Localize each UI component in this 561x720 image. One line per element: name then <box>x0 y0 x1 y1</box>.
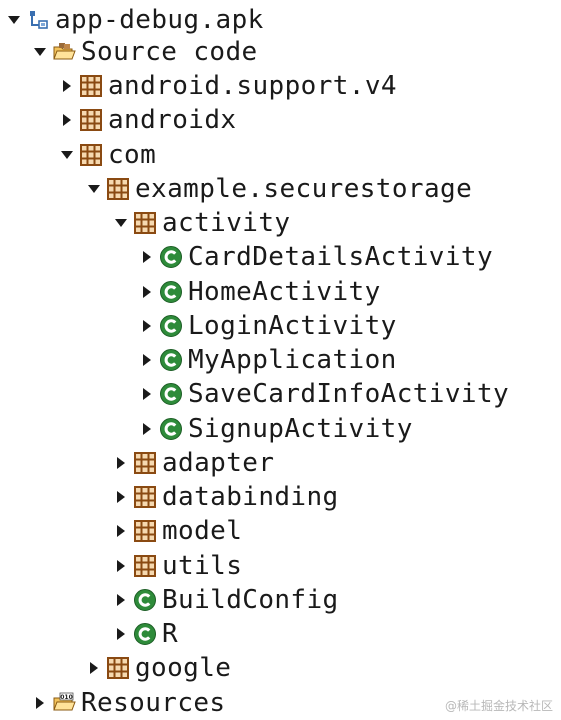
chevron-right-icon[interactable] <box>135 309 159 343</box>
chevron-right-icon[interactable] <box>109 549 133 583</box>
tree-node-label: app-debug.apk <box>55 5 264 35</box>
tree-node-carddetailsactivity[interactable]: CardDetailsActivity <box>0 240 561 274</box>
chevron-right-icon[interactable] <box>28 686 52 720</box>
chevron-right-icon[interactable] <box>109 480 133 514</box>
tree-node-myapplication[interactable]: MyApplication <box>0 343 561 377</box>
chevron-down-icon[interactable] <box>109 206 133 240</box>
tree-node-google[interactable]: google <box>0 651 561 685</box>
tree-node-label: LoginActivity <box>188 311 397 341</box>
tree-node-label: Source code <box>81 37 258 67</box>
chevron-right-icon[interactable] <box>109 514 133 548</box>
tree-node-label: CardDetailsActivity <box>188 242 494 272</box>
package-icon <box>133 211 157 235</box>
package-icon <box>133 485 157 509</box>
tree-node-activity[interactable]: activity <box>0 206 561 240</box>
class-icon <box>133 588 157 612</box>
chevron-right-icon[interactable] <box>109 583 133 617</box>
class-icon <box>159 417 183 441</box>
tree-node-buildconfig[interactable]: BuildConfig <box>0 583 561 617</box>
class-icon <box>159 245 183 269</box>
package-icon <box>79 143 103 167</box>
tree-node-label: adapter <box>162 448 275 478</box>
tree-node-label: android.support.v4 <box>108 71 397 101</box>
tree-node-app-debug-apk[interactable]: app-debug.apk <box>0 3 561 37</box>
tree-node-label: activity <box>162 208 291 238</box>
package-icon <box>79 108 103 132</box>
tree-node-homeactivity[interactable]: HomeActivity <box>0 275 561 309</box>
package-icon <box>133 554 157 578</box>
chevron-down-icon[interactable] <box>55 138 79 172</box>
chevron-right-icon[interactable] <box>55 103 79 137</box>
chevron-right-icon[interactable] <box>109 446 133 480</box>
class-icon <box>159 314 183 338</box>
tree-node-label: Resources <box>81 688 226 718</box>
source-folder-icon <box>52 40 76 64</box>
tree-node-databinding[interactable]: databinding <box>0 480 561 514</box>
tree-node-com[interactable]: com <box>0 138 561 172</box>
tree-node-label: SaveCardInfoActivity <box>188 379 510 409</box>
class-icon <box>159 280 183 304</box>
tree-node-label: HomeActivity <box>188 277 381 307</box>
tree-node-adapter[interactable]: adapter <box>0 446 561 480</box>
tree-node-label: BuildConfig <box>162 585 339 615</box>
class-icon <box>159 348 183 372</box>
chevron-down-icon[interactable] <box>82 172 106 206</box>
class-icon <box>159 382 183 406</box>
chevron-right-icon[interactable] <box>135 377 159 411</box>
package-icon <box>133 451 157 475</box>
package-icon <box>106 656 130 680</box>
tree-node-label: com <box>108 140 157 170</box>
chevron-right-icon[interactable] <box>135 343 159 377</box>
apk-project-icon <box>26 8 50 32</box>
svg-text:010: 010 <box>60 694 73 701</box>
tree-node-signupactivity[interactable]: SignupActivity <box>0 412 561 446</box>
tree-node-example-securestorage[interactable]: example.securestorage <box>0 172 561 206</box>
chevron-down-icon[interactable] <box>28 35 52 69</box>
tree-node-label: google <box>135 653 232 683</box>
chevron-right-icon[interactable] <box>135 412 159 446</box>
tree-node-model[interactable]: model <box>0 514 561 548</box>
tree-node-label: utils <box>162 551 243 581</box>
chevron-right-icon[interactable] <box>109 617 133 651</box>
package-icon <box>106 177 130 201</box>
tree-node-savecardinfoactivity[interactable]: SaveCardInfoActivity <box>0 377 561 411</box>
tree-node-android-support-v4[interactable]: android.support.v4 <box>0 69 561 103</box>
chevron-down-icon[interactable] <box>2 3 26 37</box>
chevron-right-icon[interactable] <box>135 275 159 309</box>
tree-node-androidx[interactable]: androidx <box>0 103 561 137</box>
tree-node-label: R <box>162 619 179 649</box>
chevron-right-icon[interactable] <box>135 240 159 274</box>
tree-node-label: example.securestorage <box>135 174 473 204</box>
tree-node-label: SignupActivity <box>188 414 413 444</box>
class-icon <box>133 622 157 646</box>
chevron-right-icon[interactable] <box>55 69 79 103</box>
tree-node-source-code[interactable]: Source code <box>0 35 561 69</box>
tree-node-label: androidx <box>108 105 237 135</box>
watermark: @稀土掘金技术社区 <box>444 699 553 713</box>
tree-node-loginactivity[interactable]: LoginActivity <box>0 309 561 343</box>
tree-node-utils[interactable]: utils <box>0 549 561 583</box>
tree-node-label: databinding <box>162 482 339 512</box>
package-icon <box>133 519 157 543</box>
tree-node-r[interactable]: R <box>0 617 561 651</box>
package-icon <box>79 74 103 98</box>
tree-node-label: model <box>162 516 243 546</box>
tree-node-label: MyApplication <box>188 345 397 375</box>
resources-folder-icon: 010 <box>52 691 76 715</box>
chevron-right-icon[interactable] <box>82 651 106 685</box>
